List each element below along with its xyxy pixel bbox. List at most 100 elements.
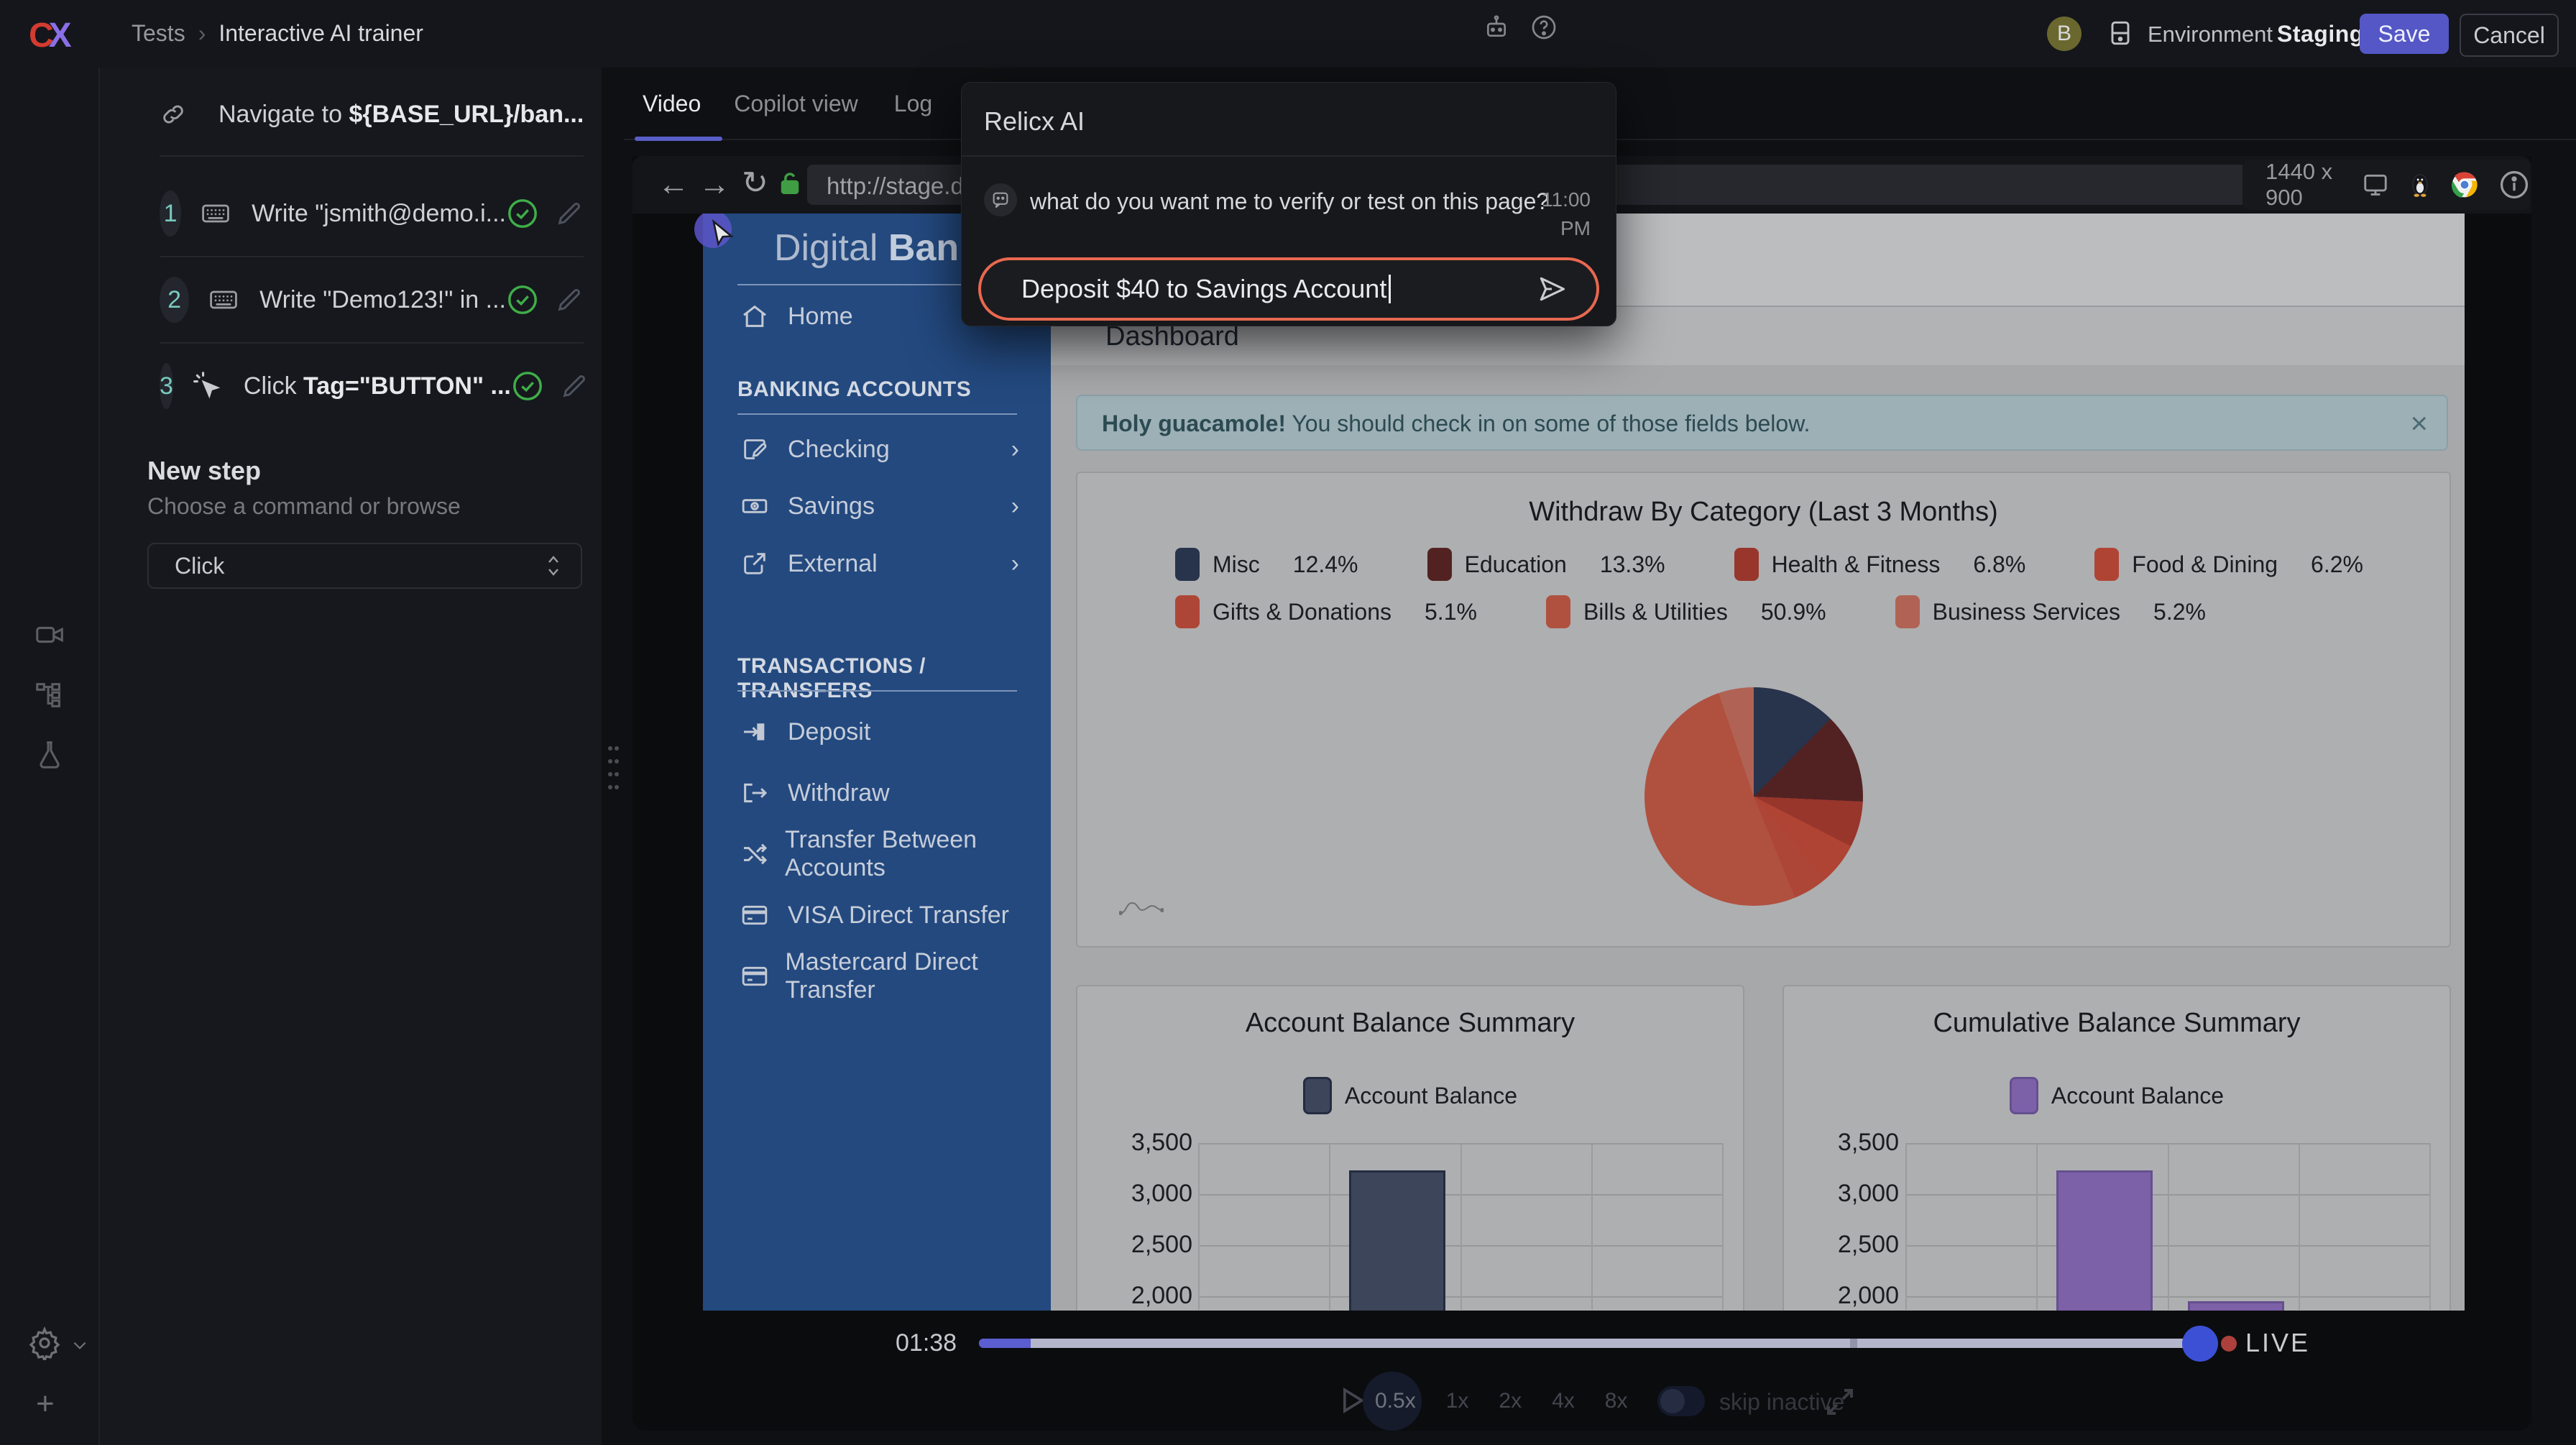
live-label: LIVE [2245, 1328, 2310, 1358]
send-icon[interactable] [1536, 273, 1568, 305]
withdraw-icon [740, 779, 772, 807]
tab-log[interactable]: Log [894, 91, 932, 117]
keyboard-icon [208, 284, 239, 316]
environment-value[interactable]: Staging [2277, 21, 2364, 47]
bank-nav-transfer[interactable]: Transfer Between Accounts [703, 829, 1051, 879]
bank-sidebar: Digital Bank Home BANKING ACCOUNTS Check… [703, 214, 1051, 1311]
tab-copilot-view[interactable]: Copilot view [734, 91, 858, 117]
pie-chart-card: Withdraw By Category (Last 3 Months) Mis… [1076, 472, 2451, 948]
resize-handle[interactable] [604, 743, 622, 793]
bar-chart-card-account: Account Balance Summary Account Balance … [1076, 985, 1744, 1311]
speed-4x[interactable]: 4x [1552, 1389, 1575, 1413]
info-icon[interactable] [2498, 169, 2530, 201]
bank-nav-checking[interactable]: Checking › [703, 424, 1051, 474]
back-icon[interactable]: ← [658, 156, 689, 214]
chart-title: Cumulative Balance Summary [1784, 1008, 2450, 1039]
sparkline-icon [1119, 897, 1164, 916]
toggle-knob [1660, 1389, 1685, 1413]
new-step-subtitle: Choose a command or browse [147, 493, 461, 520]
banknote-icon [740, 492, 772, 520]
breadcrumb-separator: › [198, 20, 206, 47]
step-row-2[interactable]: 2 Write "Demo123!" in ... [160, 276, 584, 324]
viewport-info-pill: 1440 x 900 [2242, 160, 2530, 210]
video-frame: Digital Bank Home BANKING ACCOUNTS Check… [632, 214, 2531, 1311]
chevron-down-icon[interactable] [70, 1336, 89, 1354]
bank-section-title: TRANSACTIONS / TRANSFERS [737, 654, 1051, 703]
flask-icon[interactable] [33, 738, 66, 771]
bank-nav-mastercard-transfer[interactable]: Mastercard Direct Transfer [703, 951, 1051, 1001]
popup-message: what do you want me to verify or test on… [1030, 188, 1549, 215]
text-caret [1389, 275, 1391, 303]
flow-tree-icon[interactable] [33, 679, 66, 712]
bank-nav-withdraw[interactable]: Withdraw [703, 768, 1051, 818]
progress-marker [1850, 1339, 1857, 1348]
speed-1x[interactable]: 1x [1446, 1389, 1469, 1413]
deposit-icon [740, 717, 772, 746]
progress-track[interactable] [979, 1339, 2201, 1348]
check-success-icon [506, 197, 539, 230]
chevron-right-icon: › [1011, 492, 1019, 520]
chart-legend: Account Balance [1077, 1077, 1743, 1114]
avatar[interactable]: B [2047, 17, 2082, 51]
active-tab-underline [635, 137, 722, 141]
divider [737, 690, 1017, 692]
bar-plot [1199, 1143, 1723, 1310]
linux-icon [2408, 171, 2432, 198]
cursor-click-icon [192, 370, 224, 402]
save-button[interactable]: Save [2360, 14, 2449, 54]
bar-plot [1906, 1143, 2430, 1310]
bank-nav-savings[interactable]: Savings › [703, 481, 1051, 531]
bar-chart-card-cumulative: Cumulative Balance Summary Account Balan… [1782, 985, 2451, 1311]
speed-8x[interactable]: 8x [1605, 1389, 1628, 1413]
bank-nav-deposit[interactable]: Deposit [703, 707, 1051, 757]
command-dropdown[interactable]: Click [147, 543, 582, 589]
monitor-icon[interactable] [2362, 171, 2389, 198]
alert-bold: Holy guacamole! [1102, 410, 1286, 436]
bank-nav-visa-transfer[interactable]: VISA Direct Transfer [703, 890, 1051, 940]
speed-2x[interactable]: 2x [1499, 1389, 1522, 1413]
video-camera-icon[interactable] [33, 618, 66, 651]
cancel-button[interactable]: Cancel [2460, 14, 2559, 57]
breadcrumb-tests[interactable]: Tests [132, 20, 185, 47]
shuffle-icon [740, 840, 769, 868]
home-icon [740, 302, 772, 331]
skip-inactive-toggle[interactable] [1657, 1386, 1705, 1416]
environment-label: Environment [2148, 22, 2273, 47]
edit-pencil-icon[interactable] [555, 199, 584, 228]
chevron-right-icon: › [1011, 550, 1019, 578]
ai-prompt-input[interactable]: Deposit $40 to Savings Account [978, 257, 1599, 321]
forward-icon[interactable]: → [699, 156, 730, 214]
alert-banner: Holy guacamole! You should check in on s… [1076, 395, 2448, 451]
divider [160, 342, 584, 344]
navigate-step[interactable]: Navigate to ${BASE_URL}/ban... [160, 91, 584, 138]
progress-handle[interactable] [2182, 1326, 2218, 1362]
check-success-icon [506, 283, 539, 316]
alert-close-icon[interactable]: × [2410, 406, 2428, 441]
external-link-icon [740, 549, 772, 578]
speed-0-5x[interactable]: 0.5x [1375, 1389, 1416, 1413]
reload-icon[interactable]: ↻ [742, 155, 768, 212]
popup-title: Relicx AI [984, 106, 1085, 137]
keyboard-icon [200, 198, 231, 229]
chart-title: Account Balance Summary [1077, 1008, 1743, 1039]
step-row-1[interactable]: 1 Write "jsmith@demo.i... [160, 190, 584, 237]
app-window: CX Tests › Interactive AI trainer B Envi… [0, 0, 2576, 1445]
fullscreen-icon[interactable] [1823, 1385, 1857, 1419]
divider [737, 413, 1017, 415]
app-logo[interactable]: CX [29, 16, 67, 55]
step-number: 2 [160, 277, 189, 323]
alert-text: You should check in on some of those fie… [1286, 410, 1810, 436]
edit-pencil-icon[interactable] [560, 372, 589, 400]
step-number: 3 [160, 363, 173, 409]
robot-icon[interactable] [1482, 13, 1511, 42]
chrome-icon [2451, 171, 2478, 198]
tab-video[interactable]: Video [643, 91, 701, 117]
bank-nav-external[interactable]: External › [703, 538, 1051, 589]
divider [962, 155, 1616, 157]
help-icon[interactable] [1530, 13, 1558, 42]
edit-pencil-icon[interactable] [555, 285, 584, 314]
bank-app: Digital Bank Home BANKING ACCOUNTS Check… [703, 214, 2465, 1311]
add-icon[interactable]: + [36, 1386, 55, 1422]
step-row-3[interactable]: 3 Click Tag="BUTTON" ... [160, 362, 584, 410]
settings-gear-icon[interactable] [27, 1326, 62, 1360]
